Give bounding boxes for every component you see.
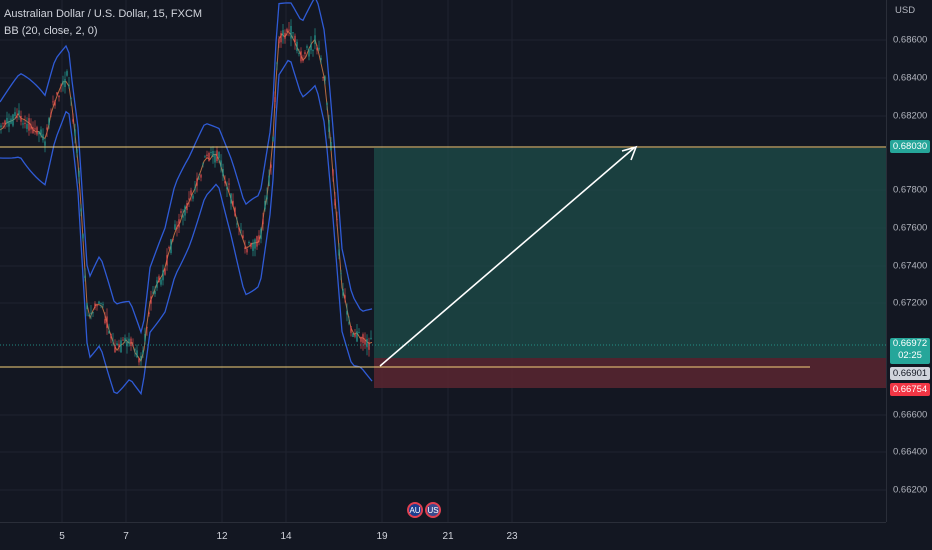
bollinger-upper-band	[0, 0, 373, 335]
profit-zone[interactable]	[374, 148, 886, 358]
price-tick: 0.68400	[893, 72, 928, 84]
price-tick: 0.67400	[893, 260, 928, 272]
currency-unit: USD	[895, 5, 916, 16]
loss-zone[interactable]	[374, 358, 886, 388]
bollinger-basis	[0, 30, 373, 363]
price-tick: 0.67800	[893, 184, 928, 196]
current-price-value: 0.66972	[892, 338, 928, 349]
price-tick: 0.66600	[893, 409, 928, 421]
candlestick-series	[0, 19, 372, 366]
time-label: 14	[280, 531, 292, 542]
usa-flag-icon[interactable]: US	[425, 502, 441, 518]
current-price-tag[interactable]: 0.66972 02:25	[890, 338, 930, 364]
time-label: 12	[216, 531, 228, 542]
price-tick: 0.66400	[893, 446, 928, 458]
indicator-legend[interactable]: BB (20, close, 2, 0)	[4, 24, 98, 38]
price-tick: 0.66200	[893, 484, 928, 496]
australia-flag-icon[interactable]: AU	[407, 502, 423, 518]
target-price-tag[interactable]: 0.68030	[890, 140, 930, 153]
time-label: 21	[442, 531, 454, 542]
price-tick: 0.67200	[893, 297, 928, 309]
chart-app: Australian Dollar / U.S. Dollar, 15, FXC…	[0, 0, 932, 550]
time-label: 7	[123, 531, 129, 542]
entry-price-tag[interactable]: 0.66901	[890, 367, 930, 380]
time-label: 19	[376, 531, 388, 542]
bar-countdown: 02:25	[898, 350, 922, 361]
time-axis[interactable]: 5 7 12 14 19 21 23	[0, 522, 886, 550]
price-tick: 0.67600	[893, 222, 928, 234]
time-label: 5	[59, 531, 65, 542]
price-tick: 0.68200	[893, 110, 928, 122]
bollinger-lower-band	[0, 59, 373, 396]
time-label: 23	[506, 531, 518, 542]
stop-price-tag[interactable]: 0.66754	[890, 383, 930, 396]
symbol-title[interactable]: Australian Dollar / U.S. Dollar, 15, FXC…	[4, 7, 202, 21]
price-tick: 0.68600	[893, 34, 928, 46]
price-scale[interactable]: USD 0.68600 0.68400 0.68200 0.67800 0.67…	[886, 0, 932, 522]
price-chart-canvas[interactable]	[0, 0, 886, 522]
